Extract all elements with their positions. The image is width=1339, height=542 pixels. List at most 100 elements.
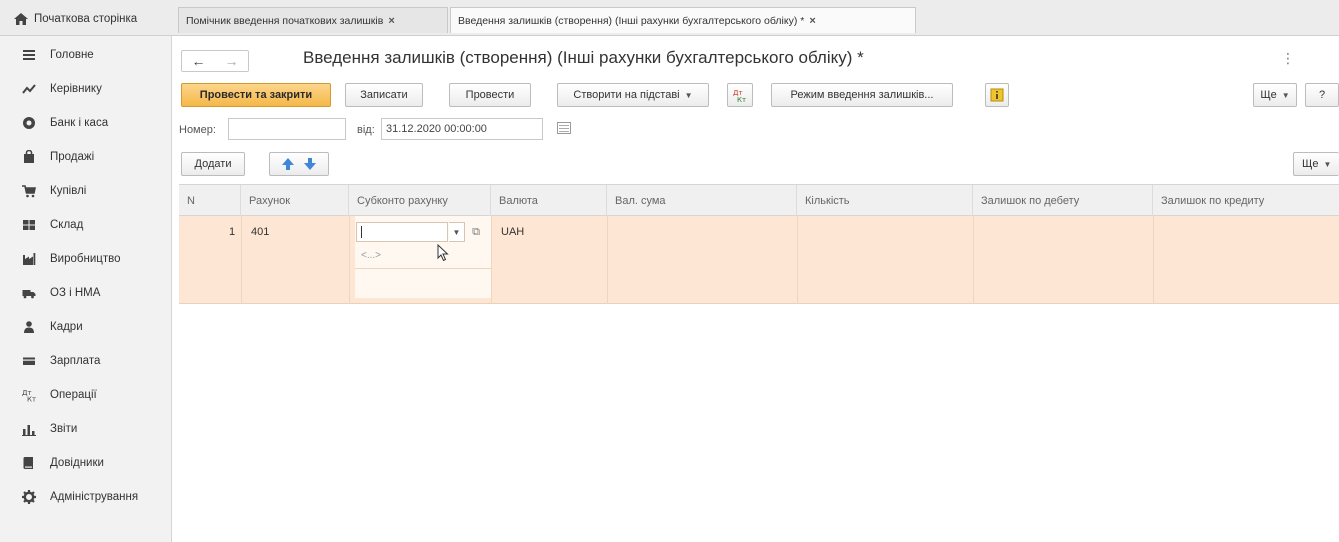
cell-n: 1 (229, 226, 236, 238)
save-button[interactable]: Записати (345, 83, 423, 107)
more-button[interactable]: Ще ▼ (1253, 83, 1297, 107)
balances-table: N Рахунок Субконто рахунку Валюта Вал. с… (179, 184, 1339, 305)
date-label: від: (357, 124, 375, 136)
document-form: ← → Введення залишків (створення) (Інші … (173, 36, 1339, 542)
chart-line-icon (22, 84, 36, 94)
sidebar-item-administration[interactable]: Адміністрування (0, 480, 172, 514)
table-row[interactable] (179, 216, 1339, 304)
info-button[interactable] (985, 83, 1009, 107)
chevron-down-icon: ▼ (684, 90, 693, 100)
number-input[interactable] (228, 118, 346, 140)
svg-text:Кт: Кт (27, 396, 36, 403)
tab-label: Введення залишків (створення) (Інші раху… (458, 14, 805, 27)
sidebar-item-warehouse[interactable]: Склад (0, 208, 172, 242)
chevron-down-icon: ▼ (1323, 159, 1332, 169)
column-header-debit-balance[interactable]: Залишок по дебету (973, 185, 1153, 216)
tab-opening-balances-assistant[interactable]: Помічник введення початкових залишків × (178, 7, 448, 33)
sidebar-item-sales[interactable]: Продажі (0, 140, 172, 174)
person-icon (24, 321, 34, 333)
sidebar-item-label: Операції (50, 389, 97, 401)
post-and-close-button[interactable]: Провести та закрити (181, 83, 331, 107)
row-divider (355, 268, 491, 269)
sidebar-item-salary[interactable]: Зарплата (0, 344, 172, 378)
menu-icon (23, 50, 35, 60)
table-more-button[interactable]: Ще ▼ (1293, 152, 1339, 176)
sidebar-item-label: Довідники (50, 457, 104, 469)
sidebar-item-main[interactable]: Головне (0, 38, 172, 72)
table-header: N Рахунок Субконто рахунку Валюта Вал. с… (179, 184, 1339, 216)
move-down-icon[interactable] (303, 157, 317, 171)
move-up-icon[interactable] (281, 157, 295, 171)
sidebar-item-label: Банк і каса (50, 117, 109, 129)
sidebar-item-label: ОЗ і НМА (50, 287, 101, 299)
cell-currency[interactable]: UAH (501, 226, 524, 238)
tab-label: Помічник введення початкових залишків (186, 14, 384, 27)
subconto-open-button[interactable]: ⧉ (465, 222, 487, 242)
column-divider (973, 216, 974, 304)
column-header-currency[interactable]: Валюта (491, 185, 607, 216)
debit-credit-icon: ДтКт (733, 89, 746, 103)
sidebar-item-label: Кадри (50, 321, 83, 333)
column-header-subconto[interactable]: Субконто рахунку (349, 185, 491, 216)
column-header-account[interactable]: Рахунок (241, 185, 349, 216)
forward-arrow-icon[interactable]: → (225, 53, 239, 69)
truck-icon (22, 290, 36, 299)
sidebar-item-label: Склад (50, 219, 84, 231)
sidebar-item-label: Звіти (50, 423, 78, 435)
cell-account[interactable]: 401 (251, 226, 269, 238)
column-header-currency-amount[interactable]: Вал. сума (607, 185, 797, 216)
chevron-down-icon: ▼ (1281, 90, 1290, 100)
sidebar-item-fixed-assets[interactable]: ОЗ і НМА (0, 276, 172, 310)
svg-text:Кт: Кт (737, 96, 746, 103)
subconto-empty-value[interactable]: <...> (361, 250, 381, 261)
text-cursor (361, 226, 362, 238)
column-header-credit-balance[interactable]: Залишок по кредиту (1153, 185, 1339, 216)
close-icon[interactable]: × (388, 15, 394, 27)
chevron-down-icon: ▼ (452, 227, 461, 237)
subconto-input[interactable] (356, 222, 448, 242)
column-header-quantity[interactable]: Кількість (797, 185, 973, 216)
home-icon (14, 13, 28, 25)
page-title: Введення залишків (створення) (Інші раху… (303, 48, 864, 67)
post-button[interactable]: Провести (449, 83, 531, 107)
warehouse-icon (23, 220, 35, 230)
date-input[interactable]: 31.12.2020 00:00:00 (381, 118, 543, 140)
more-actions-icon[interactable]: ⋮ (1281, 50, 1295, 67)
column-divider (797, 216, 798, 304)
add-row-button[interactable]: Додати (181, 152, 245, 176)
table-more-label: Ще (1302, 158, 1319, 170)
tab-home[interactable]: Початкова сторінка (0, 8, 172, 30)
sidebar-item-label: Головне (50, 49, 94, 61)
sidebar: Головне Керівнику Банк і каса Продажі Ку… (0, 36, 172, 542)
sidebar-item-hr[interactable]: Кадри (0, 310, 172, 344)
create-based-on-button[interactable]: Створити на підставі ▼ (557, 83, 709, 107)
column-header-n[interactable]: N (179, 185, 241, 216)
sidebar-item-purchases[interactable]: Купівлі (0, 174, 172, 208)
sidebar-item-bank[interactable]: Банк і каса (0, 106, 172, 140)
help-button[interactable]: ? (1305, 83, 1339, 107)
sidebar-item-manager[interactable]: Керівнику (0, 72, 172, 106)
sidebar-item-directories[interactable]: Довідники (0, 446, 172, 480)
mouse-cursor-icon (437, 244, 449, 262)
subconto-dropdown-button[interactable]: ▼ (449, 222, 465, 242)
column-divider (1153, 216, 1154, 304)
sidebar-item-label: Зарплата (50, 355, 101, 367)
bar-chart-icon (22, 425, 36, 436)
close-icon[interactable]: × (809, 15, 815, 27)
number-label: Номер: (179, 124, 216, 136)
gear-icon (22, 490, 36, 504)
back-arrow-icon[interactable]: ← (192, 53, 206, 69)
accounting-entries-button[interactable]: Дт Кт (727, 83, 753, 107)
sidebar-item-production[interactable]: Виробництво (0, 242, 172, 276)
column-divider (607, 216, 608, 304)
history-nav: ← → (181, 50, 249, 72)
cart-icon (22, 185, 36, 198)
bag-icon (24, 150, 34, 163)
calendar-icon[interactable] (557, 122, 571, 137)
column-divider (349, 216, 350, 304)
tab-balance-entry[interactable]: Введення залишків (створення) (Інші раху… (450, 7, 916, 33)
balance-entry-mode-button[interactable]: Режим введення залишків... (771, 83, 953, 107)
more-label: Ще (1260, 89, 1277, 101)
sidebar-item-operations[interactable]: Дт Кт Операції (0, 378, 172, 412)
sidebar-item-reports[interactable]: Звіти (0, 412, 172, 446)
